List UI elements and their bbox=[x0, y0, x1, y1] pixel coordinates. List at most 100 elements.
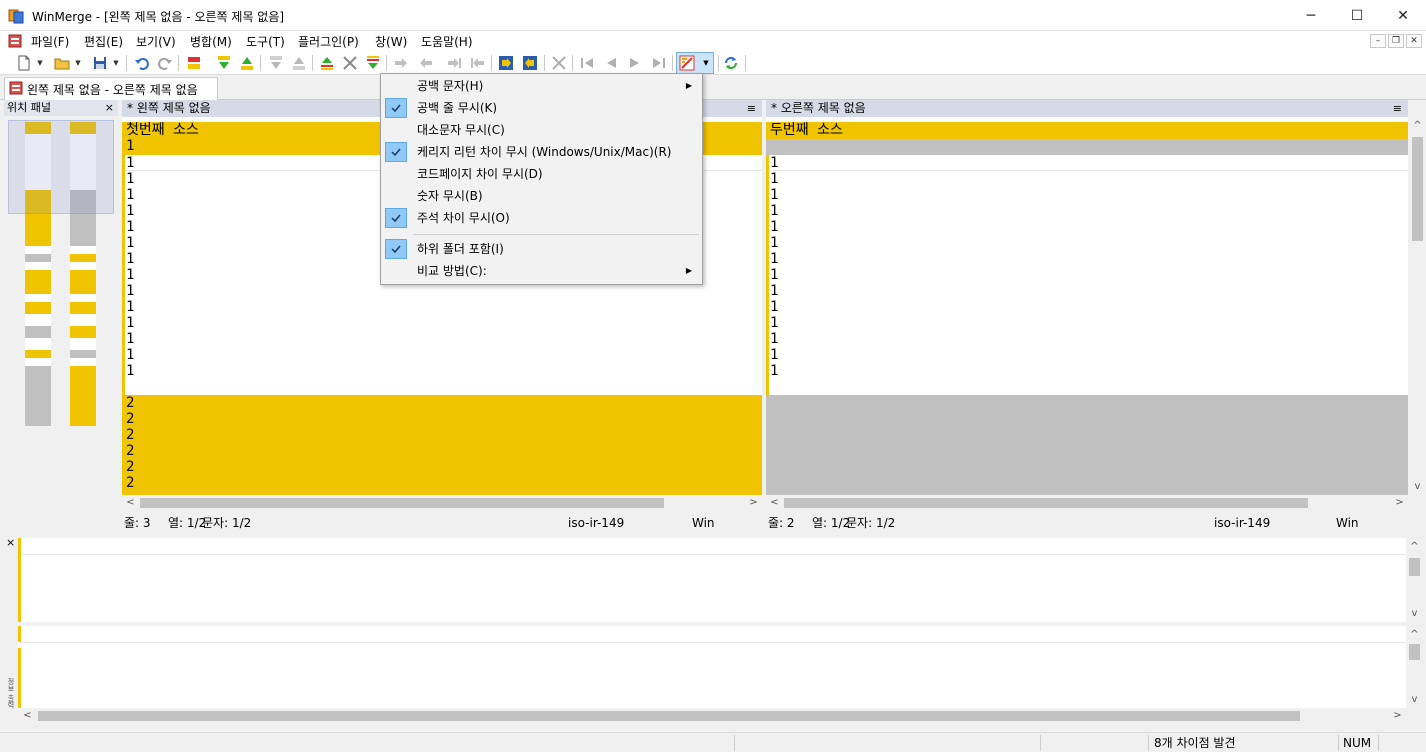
right-vertical-scrollbar[interactable]: ^ v bbox=[1409, 117, 1426, 495]
menu-merge[interactable]: 병합(M) bbox=[190, 33, 232, 49]
scroll-left-icon[interactable]: < bbox=[767, 495, 782, 510]
diff-left-view[interactable] bbox=[18, 538, 1406, 622]
scroll-down-icon[interactable]: v bbox=[1407, 606, 1422, 621]
location-viewport-indicator[interactable] bbox=[8, 120, 114, 214]
menu-plugins[interactable]: 플러그인(P) bbox=[298, 33, 359, 49]
menu-item-ignore-eol[interactable]: 케리지 리턴 차이 무시 (Windows/Unix/Mac)(R) bbox=[383, 141, 700, 163]
location-right-same[interactable] bbox=[70, 246, 96, 254]
diff-pane-close-icon[interactable]: × bbox=[6, 536, 15, 549]
menu-item-include-subfolders[interactable]: 하위 폴더 포함(I) bbox=[383, 238, 700, 260]
right-hscroll-thumb[interactable] bbox=[784, 498, 1308, 508]
scroll-down-icon[interactable]: v bbox=[1407, 692, 1422, 707]
open-dropdown-icon[interactable]: ▼ bbox=[74, 54, 82, 72]
menu-view[interactable]: 보기(V) bbox=[136, 33, 176, 49]
menu-item-ignore-numbers[interactable]: 숫자 무시(B) bbox=[383, 185, 700, 207]
document-tab[interactable]: 왼쪽 제목 없음 - 오른쪽 제목 없음 bbox=[4, 77, 218, 100]
next-diff-icon[interactable] bbox=[214, 53, 234, 73]
location-right-gap[interactable] bbox=[70, 350, 96, 358]
location-left-same[interactable] bbox=[25, 294, 51, 302]
refresh-icon[interactable] bbox=[721, 53, 741, 73]
location-left-same[interactable] bbox=[25, 246, 51, 254]
scroll-down-icon[interactable]: v bbox=[1410, 479, 1425, 494]
menu-item-whitespace[interactable]: 공백 문자(H) ▶ bbox=[383, 75, 700, 97]
scroll-right-icon[interactable]: > bbox=[746, 495, 761, 510]
save-dropdown-icon[interactable]: ▼ bbox=[112, 54, 120, 72]
location-right-same[interactable] bbox=[70, 358, 96, 366]
location-right-diff[interactable] bbox=[70, 302, 96, 314]
menu-edit[interactable]: 편집(E) bbox=[84, 33, 123, 49]
location-right-diff[interactable] bbox=[70, 270, 96, 294]
menu-window[interactable]: 창(W) bbox=[375, 33, 407, 49]
location-left-same[interactable] bbox=[25, 358, 51, 366]
scroll-right-icon[interactable]: > bbox=[1390, 708, 1405, 723]
location-right-diff[interactable] bbox=[70, 366, 96, 426]
menu-help[interactable]: 도움말(H) bbox=[421, 33, 473, 49]
maximize-button[interactable]: ☐ bbox=[1334, 0, 1380, 31]
left-pane-menu-icon[interactable]: ≡ bbox=[747, 100, 756, 117]
scroll-up-icon[interactable]: ^ bbox=[1410, 118, 1425, 133]
new-dropdown-icon[interactable]: ▼ bbox=[36, 54, 44, 72]
location-left-same[interactable] bbox=[25, 338, 51, 350]
close-button[interactable]: ✕ bbox=[1380, 0, 1426, 31]
mdi-close-button[interactable]: ✕ bbox=[1406, 34, 1422, 48]
first-diff-icon[interactable] bbox=[317, 53, 337, 73]
diff-hscroll-thumb[interactable] bbox=[38, 711, 1300, 721]
location-left-same[interactable] bbox=[25, 262, 51, 270]
new-file-icon[interactable] bbox=[14, 53, 34, 73]
location-right-same[interactable] bbox=[70, 262, 96, 270]
last-diff-icon[interactable] bbox=[363, 53, 383, 73]
right-text-view[interactable]: 두번째 소스 1 1 1 1 1 1 1 1 1 1 1 1 1 1 bbox=[766, 117, 1408, 495]
location-left-same[interactable] bbox=[25, 314, 51, 326]
diff-right-vscroll[interactable]: ^ v bbox=[1406, 626, 1423, 708]
prev-diff-icon[interactable] bbox=[237, 53, 257, 73]
location-left-gap[interactable] bbox=[25, 326, 51, 338]
left-horizontal-scrollbar[interactable]: < > bbox=[122, 495, 762, 510]
winmerge-app-icon[interactable] bbox=[8, 8, 24, 24]
location-panel-close-icon[interactable]: × bbox=[105, 100, 114, 116]
menu-item-ignore-codepage[interactable]: 코드페이지 차이 무시(D) bbox=[383, 163, 700, 185]
diff-right-vthumb[interactable] bbox=[1409, 644, 1420, 660]
right-horizontal-scrollbar[interactable]: < > bbox=[766, 495, 1408, 510]
copy-all-left-icon[interactable] bbox=[520, 53, 540, 73]
menu-tools[interactable]: 도구(T) bbox=[246, 33, 285, 49]
diff-left-vscroll[interactable]: ^ v bbox=[1406, 538, 1423, 622]
menu-file[interactable]: 파일(F) bbox=[31, 33, 69, 49]
minimize-button[interactable]: ─ bbox=[1288, 0, 1334, 31]
document-icon[interactable] bbox=[8, 34, 22, 48]
location-right-diff[interactable] bbox=[70, 326, 96, 338]
mdi-minimize-button[interactable]: – bbox=[1370, 34, 1386, 48]
current-diff-icon[interactable] bbox=[340, 53, 360, 73]
scroll-up-icon[interactable]: ^ bbox=[1407, 627, 1422, 642]
menu-item-ignore-case[interactable]: 대소문자 무시(C) bbox=[383, 119, 700, 141]
scroll-left-icon[interactable]: < bbox=[123, 495, 138, 510]
location-left-diff[interactable] bbox=[25, 350, 51, 358]
location-left-gap[interactable] bbox=[25, 254, 51, 262]
location-right-same[interactable] bbox=[70, 338, 96, 350]
diff-left-vthumb[interactable] bbox=[1409, 558, 1420, 576]
location-left-gap[interactable] bbox=[25, 366, 51, 426]
open-folder-icon[interactable] bbox=[52, 53, 72, 73]
save-icon[interactable] bbox=[90, 53, 110, 73]
menu-item-compare-method[interactable]: 비교 방법(C): ▶ bbox=[383, 260, 700, 282]
location-right-same[interactable] bbox=[70, 294, 96, 302]
select-diff-icon[interactable] bbox=[184, 53, 204, 73]
right-vscroll-thumb[interactable] bbox=[1412, 137, 1423, 241]
mdi-restore-button[interactable]: ❐ bbox=[1388, 34, 1404, 48]
menu-item-ignore-comments[interactable]: 주석 차이 무시(O) bbox=[383, 207, 700, 229]
location-right-diff[interactable] bbox=[70, 254, 96, 262]
left-hscroll-thumb[interactable] bbox=[140, 498, 664, 508]
location-left-diff[interactable] bbox=[25, 302, 51, 314]
copy-all-right-icon[interactable] bbox=[496, 53, 516, 73]
scroll-up-icon[interactable]: ^ bbox=[1407, 539, 1422, 554]
location-right-same[interactable] bbox=[70, 314, 96, 326]
scroll-right-icon[interactable]: > bbox=[1392, 495, 1407, 510]
diff-horizontal-scrollbar[interactable]: < > bbox=[18, 708, 1406, 723]
right-pane-menu-icon[interactable]: ≡ bbox=[1393, 100, 1402, 117]
scroll-left-icon[interactable]: < bbox=[20, 708, 35, 723]
options-split-button[interactable]: ▼ bbox=[676, 52, 714, 74]
menu-item-ignore-blank-lines[interactable]: 공백 줄 무시(K) bbox=[383, 97, 700, 119]
location-left-diff[interactable] bbox=[25, 270, 51, 294]
diff-right-view[interactable] bbox=[18, 626, 1406, 708]
undo-icon[interactable] bbox=[132, 53, 152, 73]
redo-icon[interactable] bbox=[155, 53, 175, 73]
